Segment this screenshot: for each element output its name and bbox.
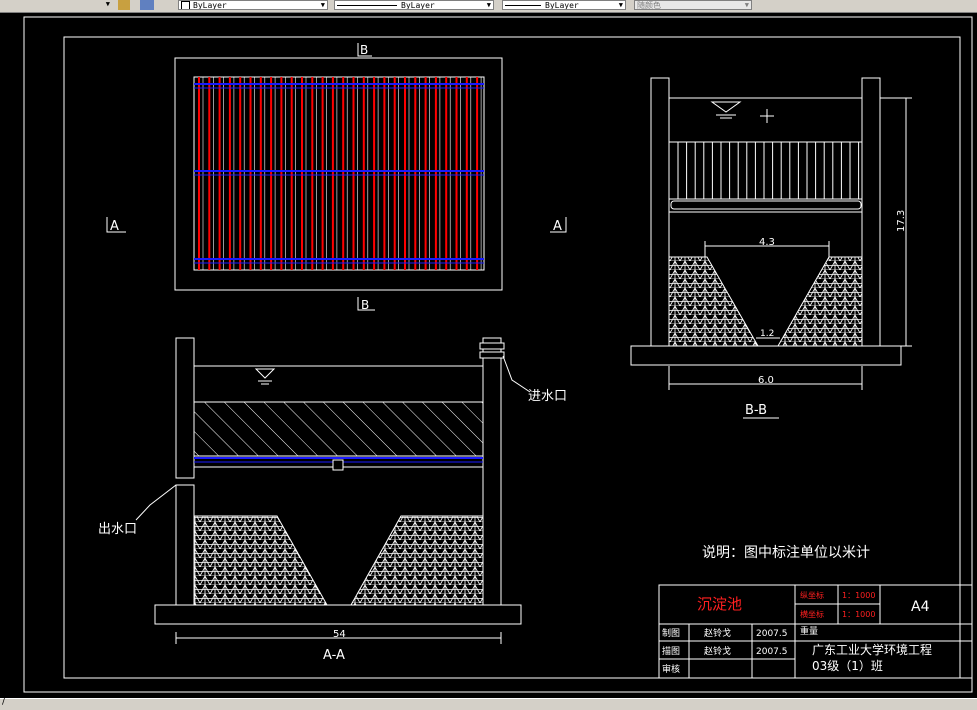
- horizontal-scale-value: 1：1000: [842, 610, 875, 619]
- drawing-note: 说明：图中标注单位以米计: [702, 545, 870, 561]
- section-aa: [154, 337, 522, 625]
- section-mark-right: A: [550, 217, 567, 234]
- color-control-dropdown[interactable]: ByLayer ▼: [178, 0, 328, 10]
- lineweight-control-value: ByLayer: [545, 1, 579, 10]
- color-control-value: ByLayer: [193, 1, 227, 10]
- lineweight-control-dropdown[interactable]: ByLayer ▼: [502, 0, 626, 10]
- svg-text:B: B: [360, 43, 368, 57]
- svg-text:A: A: [553, 219, 562, 234]
- svg-text:17.3: 17.3: [896, 210, 907, 232]
- dimension-bb-height: 17.3: [880, 97, 912, 347]
- linetype-control-dropdown[interactable]: ByLayer ▼: [334, 0, 494, 10]
- row1-role: 制图: [662, 627, 680, 639]
- dimension-aa-width: 54: [175, 629, 502, 644]
- water-level-icon: [710, 101, 742, 119]
- layer-states-icon[interactable]: [118, 0, 130, 10]
- layer-previous-icon[interactable]: [140, 0, 154, 10]
- section-mark-top: B: [357, 43, 372, 57]
- row1-date: 2007.5: [756, 629, 788, 639]
- svg-text:54: 54: [333, 629, 346, 640]
- linetype-preview: [337, 5, 397, 6]
- layer-dropdown[interactable]: ▼: [0, 0, 112, 10]
- linetype-control-value: ByLayer: [401, 1, 435, 10]
- svg-text:出水口: 出水口: [98, 522, 137, 537]
- crosshair-cursor-icon: [760, 109, 774, 123]
- svg-text:A: A: [110, 219, 119, 234]
- section-aa-title: A-A: [323, 648, 345, 663]
- plotstyle-control-value: 随颜色: [637, 1, 661, 10]
- section-bb-title: B-B: [745, 403, 767, 418]
- dimension-bb-bottom: 1.2: [756, 329, 780, 339]
- chevron-down-icon: ▼: [320, 1, 325, 9]
- vertical-scale-value: 1：1000: [842, 591, 875, 600]
- water-level-icon: [254, 368, 276, 385]
- row2-date: 2007.5: [756, 647, 788, 657]
- chevron-down-icon: ▼: [486, 1, 491, 9]
- chevron-down-icon: ▼: [105, 0, 110, 8]
- row2-name: 赵铃戈: [704, 645, 731, 657]
- color-swatch-icon: [181, 1, 190, 9]
- section-bb-title-group: B-B: [743, 403, 779, 419]
- status-bar: /: [0, 697, 977, 710]
- svg-text:1.2: 1.2: [760, 329, 774, 339]
- plan-pipes: [198, 77, 482, 270]
- svg-text:进水口: 进水口: [528, 389, 567, 404]
- section-mark-bottom: B: [357, 297, 375, 312]
- section-bb: [630, 77, 902, 366]
- vertical-scale-label: 纵坐标: [800, 590, 824, 600]
- outlet-callout: 出水口: [98, 484, 177, 537]
- row1-name: 赵铃戈: [704, 627, 731, 639]
- svg-text:6.0: 6.0: [758, 375, 774, 386]
- svg-text:4.3: 4.3: [759, 237, 775, 248]
- drawing-name: 沉淀池: [697, 595, 742, 613]
- dimension-bb-top: 4.3: [704, 237, 830, 257]
- chevron-down-icon: ▼: [744, 1, 749, 9]
- row3-role: 审核: [662, 663, 680, 675]
- row2-role: 描图: [662, 645, 680, 657]
- horizontal-scale-label: 横坐标: [800, 609, 824, 619]
- plotstyle-control-dropdown[interactable]: 随颜色 ▼: [634, 0, 752, 10]
- school-line2: 03级（1）班: [812, 659, 883, 673]
- drawing-canvas[interactable]: B B A A 进水口 出水口 54 A-A 4.3 1.2 6.0 17.3 …: [0, 12, 977, 698]
- plan-view: [174, 57, 503, 291]
- title-block: 沉淀池 纵坐标 1：1000 横坐标 1：1000 A4 制图 赵铃戈 2007…: [658, 584, 973, 679]
- lineweight-preview: [505, 5, 541, 6]
- sheet-size: A4: [911, 599, 930, 615]
- svg-text:B: B: [361, 298, 369, 312]
- inlet-callout: 进水口: [502, 355, 567, 404]
- section-mark-left: A: [106, 217, 126, 234]
- weight-label: 重量: [800, 625, 818, 637]
- ucs-icon: /: [2, 697, 6, 707]
- school-line1: 广东工业大学环境工程: [812, 642, 932, 657]
- dimension-bb-width: 6.0: [668, 366, 863, 390]
- chevron-down-icon: ▼: [618, 1, 623, 9]
